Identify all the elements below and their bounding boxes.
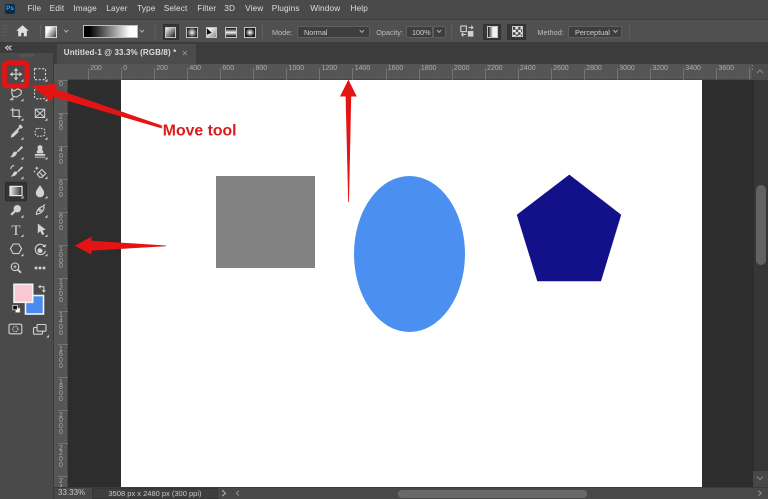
svg-text:Move tool: Move tool <box>163 123 237 140</box>
